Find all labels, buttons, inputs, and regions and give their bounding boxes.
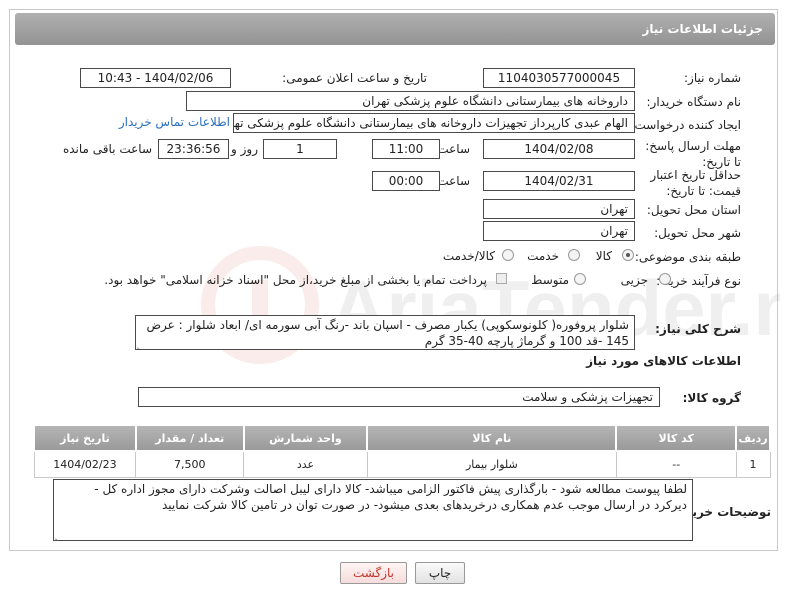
header-name: نام کالا bbox=[366, 424, 618, 452]
header-quantity: تعداد / مقدار bbox=[134, 424, 245, 452]
province-label: استان محل تحویل: bbox=[646, 203, 741, 217]
buyer-org-field: داروخانه های بیمارستانی دانشگاه علوم پزش… bbox=[186, 91, 635, 111]
resize-grip-icon[interactable] bbox=[137, 340, 145, 348]
header-need-date: تاریخ نیاز bbox=[33, 424, 137, 452]
process-option-minor: جزیی bbox=[620, 273, 648, 287]
price-date-field: 1404/02/31 bbox=[483, 171, 635, 191]
buyer-org-label: نام دستگاه خریدار: bbox=[646, 95, 742, 109]
deadline-time-label: ساعت bbox=[437, 142, 470, 156]
creator-field: الهام عبدی کارپرداز تجهیزات داروخانه های… bbox=[233, 113, 635, 133]
announce-label: تاریخ و ساعت اعلان عمومی: bbox=[282, 71, 427, 85]
goods-group-field: تجهیزات پزشکی و سلامت bbox=[138, 387, 660, 407]
header-unit: واحد شمارش bbox=[242, 424, 369, 452]
price-time-label: ساعت bbox=[437, 174, 470, 188]
creator-label: ایجاد کننده درخواست: bbox=[630, 118, 741, 132]
category-option-service: خدمت bbox=[527, 249, 559, 263]
table-header-row: ردیف کد کالا نام کالا واحد شمارش تعداد /… bbox=[33, 424, 771, 452]
remaining-time-field: 23:36:56 bbox=[158, 139, 229, 159]
days-label: روز و bbox=[231, 142, 258, 156]
page-title: جزئیات اطلاعات نیاز bbox=[642, 22, 763, 36]
table-row[interactable]: 1 -- شلوار بیمار عدد 7,500 1404/02/23 bbox=[33, 450, 771, 478]
goods-group-label: گروه کالا: bbox=[682, 391, 741, 405]
cell-name: شلوار بیمار bbox=[366, 450, 617, 478]
days-field: 1 bbox=[263, 139, 337, 159]
process-option-medium: متوسط bbox=[531, 273, 569, 287]
city-field: تهران bbox=[483, 221, 635, 241]
payment-note: پرداخت تمام یا بخشی از مبلغ خرید،از محل … bbox=[104, 273, 487, 287]
buyer-notes-textarea[interactable]: لطفا پیوست مطالعه شود - بارگذاری پیش فاک… bbox=[53, 479, 693, 541]
page-header: جزئیات اطلاعات نیاز bbox=[15, 13, 775, 45]
cell-row-number: 1 bbox=[735, 450, 771, 478]
cell-code: -- bbox=[615, 450, 737, 478]
process-radio-medium[interactable] bbox=[574, 273, 586, 285]
category-label: طبقه بندی موضوعی: bbox=[634, 250, 741, 264]
city-label: شهر محل تحویل: bbox=[654, 226, 741, 240]
deadline-date-field: 1404/02/08 bbox=[483, 139, 635, 159]
cell-quantity: 7,500 bbox=[135, 450, 245, 478]
description-textarea[interactable]: شلوار پروفوره( کلونوسکوپی) یکبار مصرف - … bbox=[135, 315, 635, 350]
header-row-number: ردیف bbox=[735, 424, 771, 452]
category-option-goods-service: کالا/خدمت bbox=[442, 249, 495, 263]
need-number-label: شماره نیاز: bbox=[684, 71, 741, 85]
deadline-label: مهلت ارسال پاسخ: تا تاریخ: bbox=[645, 139, 741, 169]
category-option-goods: کالا bbox=[595, 249, 612, 263]
category-radio-goods[interactable] bbox=[622, 249, 634, 261]
process-radio-minor[interactable] bbox=[659, 273, 671, 285]
need-number-field: 1104030577000045 bbox=[483, 68, 635, 88]
treasury-payment-checkbox[interactable] bbox=[496, 273, 507, 284]
goods-table: ردیف کد کالا نام کالا واحد شمارش تعداد /… bbox=[33, 424, 771, 478]
remaining-label: ساعت باقی مانده bbox=[62, 142, 152, 156]
category-radio-goods-service[interactable] bbox=[502, 249, 514, 261]
back-button[interactable]: بازگشت bbox=[340, 562, 407, 584]
description-text: شلوار پروفوره( کلونوسکوپی) یکبار مصرف - … bbox=[146, 318, 629, 348]
announce-field: 1404/02/06 - 10:43 bbox=[80, 68, 231, 88]
header-code: کد کالا bbox=[615, 424, 738, 452]
contact-info-link[interactable]: اطلاعات تماس خریدار bbox=[119, 115, 230, 129]
description-label: شرح کلی نیاز: bbox=[655, 322, 741, 336]
price-validity-label: حداقل تاریخ اعتبار قیمت: تا تاریخ: bbox=[650, 168, 741, 198]
cell-unit: عدد bbox=[243, 450, 368, 478]
category-radio-service[interactable] bbox=[568, 249, 580, 261]
print-button[interactable]: چاپ bbox=[415, 562, 465, 584]
province-field: تهران bbox=[483, 199, 635, 219]
price-time-field: 00:00 bbox=[372, 171, 440, 191]
buyer-notes-text: لطفا پیوست مطالعه شود - بارگذاری پیش فاک… bbox=[94, 482, 687, 512]
cell-need-date: 1404/02/23 bbox=[33, 450, 137, 478]
deadline-time-field: 11:00 bbox=[372, 139, 440, 159]
resize-grip-icon[interactable] bbox=[55, 531, 63, 539]
goods-section-title: اطلاعات کالاهای مورد نیاز bbox=[586, 354, 741, 368]
